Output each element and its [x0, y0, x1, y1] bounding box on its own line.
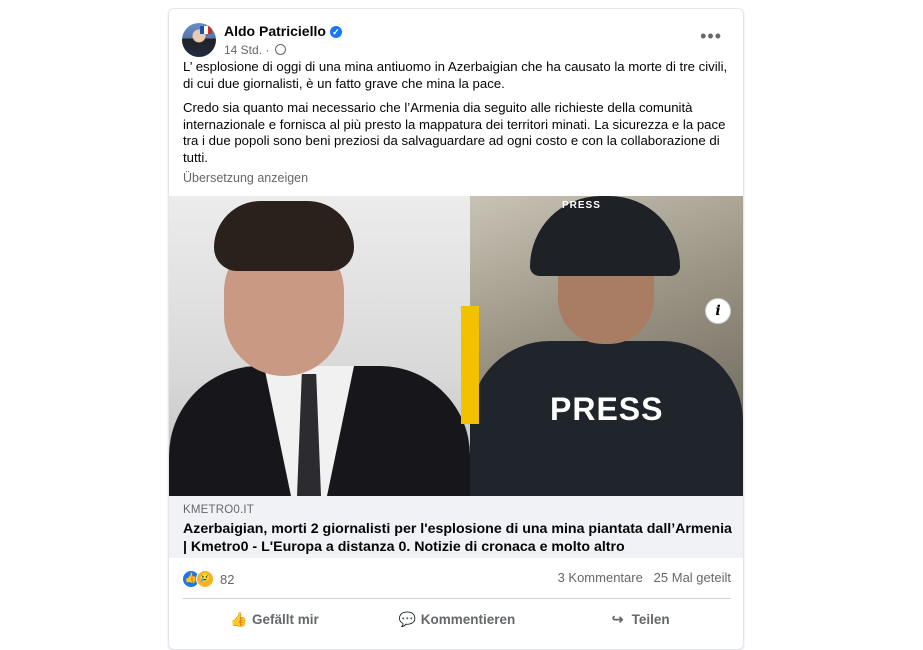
verified-badge-icon: ✓: [329, 26, 342, 38]
share-button[interactable]: ↪ Teilen: [548, 603, 731, 635]
info-icon[interactable]: i: [705, 298, 731, 324]
author-avatar[interactable]: [182, 23, 216, 57]
post-actions: 👍 Gefällt mir 💬 Kommentieren ↪ Teilen: [183, 603, 731, 635]
post-stats: 👍 😢 82 3 Kommentare 25 Mal geteilt: [183, 570, 731, 590]
post-meta: 14 Std. ·: [224, 43, 286, 57]
thumbs-up-icon: 👍: [229, 610, 248, 627]
shares-count-link[interactable]: 25 Mal geteilt: [654, 570, 731, 585]
comment-button[interactable]: 💬 Kommentieren: [366, 603, 549, 635]
author-name[interactable]: Aldo Patriciello ✓: [224, 23, 342, 39]
author-name-text[interactable]: Aldo Patriciello: [224, 23, 326, 39]
translate-link[interactable]: Übersetzung anzeigen: [183, 171, 308, 185]
divider: [183, 598, 731, 599]
engagement-counts: 3 Kommentare 25 Mal geteilt: [558, 570, 731, 585]
meta-separator: ·: [265, 43, 270, 57]
eu-flag-icon: [200, 26, 212, 34]
post-paragraph-1: L’ esplosione di oggi di una mina antiuo…: [183, 59, 728, 91]
hair-shape: [214, 201, 354, 271]
yellow-divider-bar: [461, 306, 479, 424]
comment-button-label: Kommentieren: [420, 611, 516, 627]
post-paragraph-2: Credo sia quanto mai necessario che l’Ar…: [183, 100, 726, 165]
vest-press-text: PRESS: [550, 391, 664, 427]
post-card: Aldo Patriciello ✓ 14 Std. · ••• L’ esplo…: [168, 8, 744, 650]
comment-bubble-icon: 💬: [398, 610, 417, 627]
post-time[interactable]: 14 Std.: [224, 43, 262, 57]
helmet-shape: [530, 196, 680, 276]
share-arrow-icon: ↪: [611, 610, 624, 627]
link-domain: KMETRO0.IT: [183, 504, 255, 516]
link-preview-box[interactable]: KMETRO0.IT Azerbaigian, morti 2 giornali…: [169, 496, 743, 558]
reactions-count: 82: [220, 571, 235, 587]
link-headline[interactable]: Azerbaigian, morti 2 giornalisti per l'e…: [183, 520, 733, 556]
reactions-summary[interactable]: 👍 😢 82: [183, 570, 234, 588]
sad-reaction-icon: 😢: [196, 570, 214, 588]
post-header: Aldo Patriciello ✓ 14 Std. · •••: [182, 18, 730, 60]
photo-left-man-in-suit: [169, 196, 470, 496]
share-button-label: Teilen: [631, 611, 670, 627]
photo-right-journalist-in-press-vest: PRESS PRESS: [470, 196, 743, 496]
helmet-press-text: PRESS: [562, 200, 601, 211]
comments-count-link[interactable]: 3 Kommentare: [558, 570, 643, 585]
like-button-label: Gefällt mir: [251, 611, 319, 627]
like-button[interactable]: 👍 Gefällt mir: [183, 603, 366, 635]
globe-icon[interactable]: [274, 44, 286, 55]
more-options-icon[interactable]: •••: [700, 26, 722, 47]
link-preview-image[interactable]: PRESS PRESS: [169, 196, 743, 496]
post-text: L’ esplosione di oggi di una mina antiuo…: [183, 59, 731, 174]
